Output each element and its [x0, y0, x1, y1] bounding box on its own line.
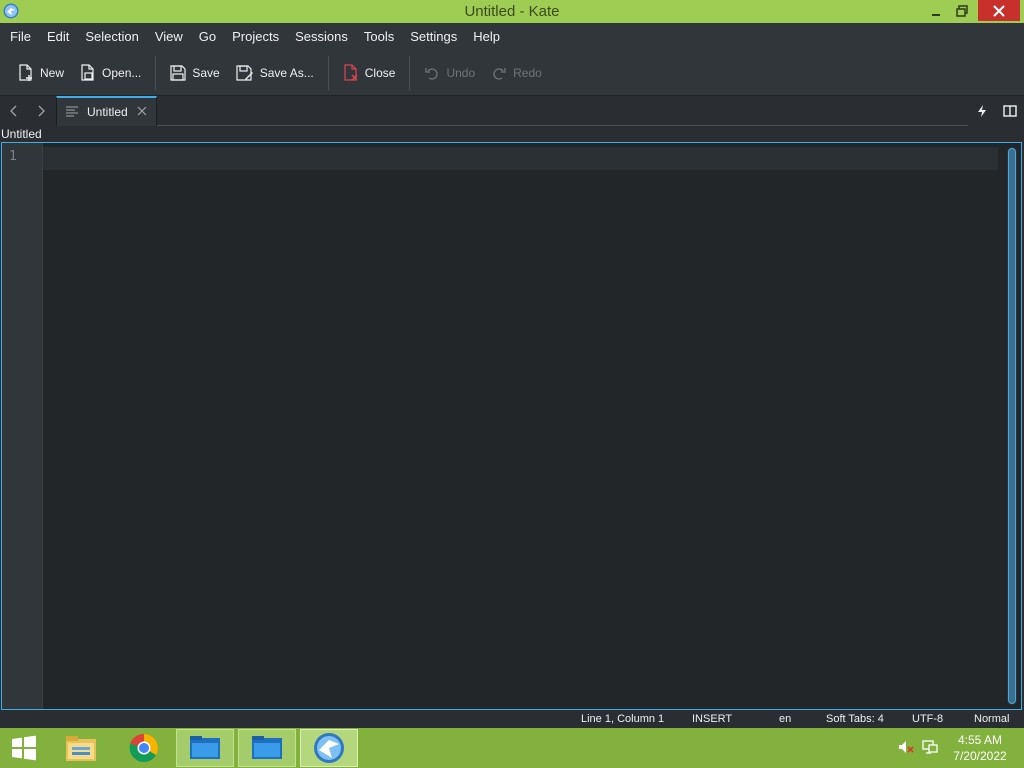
input-mode[interactable]: INSERT: [692, 713, 732, 725]
redo-icon: [493, 68, 506, 80]
open-button[interactable]: Open...: [72, 56, 149, 90]
save-as-icon: [236, 65, 253, 81]
current-line-highlight: [43, 147, 998, 170]
folder-icon: [252, 736, 282, 759]
start-button[interactable]: [0, 729, 48, 767]
cursor-position[interactable]: Line 1, Column 1: [581, 713, 664, 725]
undo-icon: [425, 68, 439, 80]
minimize-icon: [932, 13, 940, 16]
main-toolbar: New Open... Save Save As... Close Undo R…: [0, 51, 1024, 96]
close-document-label: Close: [364, 66, 396, 80]
taskbar: 4:55 AM 7/20/2022: [0, 728, 1024, 768]
menu-help[interactable]: Help: [465, 23, 508, 51]
save-as-button[interactable]: Save As...: [228, 56, 322, 90]
undo-button[interactable]: Undo: [416, 56, 483, 90]
menu-edit[interactable]: Edit: [39, 23, 77, 51]
kate-icon: [314, 733, 344, 763]
taskbar-chrome[interactable]: [115, 729, 173, 767]
close-document-button[interactable]: Close: [335, 56, 404, 90]
quick-open-button[interactable]: [973, 102, 991, 120]
undo-button-label: Undo: [446, 66, 476, 80]
taskbar-kate[interactable]: [300, 729, 358, 767]
close-window-button[interactable]: [978, 0, 1020, 21]
split-view-button[interactable]: [1001, 102, 1019, 120]
menu-sessions[interactable]: Sessions: [287, 23, 356, 51]
network-icon[interactable]: [921, 738, 939, 756]
toolbar-separator: [409, 56, 411, 90]
menu-tools[interactable]: Tools: [356, 23, 402, 51]
close-tab-icon[interactable]: [136, 105, 148, 117]
chevron-right-icon: [38, 105, 45, 117]
clock-date: 7/20/2022: [953, 749, 1007, 763]
chrome-icon: [129, 733, 158, 763]
clock-time: 4:55 AM: [957, 733, 1003, 747]
file-explorer-icon: [66, 736, 96, 761]
vertical-scrollbar[interactable]: [1007, 147, 1017, 705]
taskbar-folder-1[interactable]: [176, 729, 234, 767]
save-button-label: Save: [192, 66, 220, 80]
status-bar: Line 1, Column 1 INSERT en Soft Tabs: 4 …: [0, 711, 1024, 728]
window-title: Untitled - Kate: [464, 3, 560, 20]
open-button-label: Open...: [102, 66, 142, 80]
close-icon: [993, 4, 1005, 17]
taskbar-folder-2[interactable]: [238, 729, 296, 767]
redo-button[interactable]: Redo: [483, 56, 550, 90]
line-number-gutter[interactable]: 1: [2, 143, 43, 709]
taskbar-file-explorer[interactable]: [52, 729, 110, 767]
title-bar: Untitled - Kate: [0, 0, 1024, 23]
chevron-left-icon: [10, 105, 17, 117]
folder-icon: [190, 736, 220, 759]
menu-go[interactable]: Go: [191, 23, 224, 51]
windows-logo-icon: [12, 735, 36, 761]
menu-settings[interactable]: Settings: [402, 23, 465, 51]
next-tab-button[interactable]: [32, 102, 50, 120]
menu-selection[interactable]: Selection: [77, 23, 146, 51]
new-button[interactable]: New: [10, 56, 72, 90]
tab-label: Untitled: [87, 105, 128, 119]
tab-untitled[interactable]: Untitled: [56, 96, 157, 126]
open-document-icon: [81, 64, 94, 81]
restore-icon: [956, 4, 968, 17]
dictionary-language[interactable]: en: [779, 713, 791, 725]
new-button-label: New: [40, 66, 65, 80]
close-document-icon: [344, 64, 358, 81]
toolbar-separator: [155, 56, 157, 90]
tab-bar: Untitled: [0, 96, 1024, 126]
save-button[interactable]: Save: [162, 56, 227, 90]
indentation-settings[interactable]: Soft Tabs: 4: [826, 713, 884, 725]
menu-file[interactable]: File: [2, 23, 39, 51]
encoding[interactable]: UTF-8: [912, 713, 943, 725]
document-name-label: Untitled: [0, 126, 1024, 142]
lightning-icon: [978, 105, 986, 117]
minimize-button[interactable]: [922, 0, 950, 21]
line-number: 1: [9, 149, 17, 164]
previous-tab-button[interactable]: [5, 102, 23, 120]
restore-button[interactable]: [950, 0, 974, 21]
scrollbar-thumb[interactable]: [1008, 148, 1016, 704]
volume-muted-icon[interactable]: [897, 738, 915, 756]
save-icon: [170, 65, 186, 81]
text-document-icon: [66, 106, 78, 117]
redo-button-label: Redo: [513, 66, 542, 80]
toolbar-separator: [327, 56, 329, 90]
menu-view[interactable]: View: [147, 23, 191, 51]
menu-bar: File Edit Selection View Go Projects Ses…: [0, 23, 1024, 51]
system-clock[interactable]: 4:55 AM 7/20/2022: [940, 732, 1020, 764]
split-view-icon: [1003, 105, 1017, 117]
menu-projects[interactable]: Projects: [224, 23, 287, 51]
new-document-icon: [19, 64, 32, 81]
editor-view[interactable]: 1: [1, 142, 1022, 710]
highlighting-mode[interactable]: Normal: [974, 713, 1009, 725]
save-as-button-label: Save As...: [259, 66, 314, 80]
